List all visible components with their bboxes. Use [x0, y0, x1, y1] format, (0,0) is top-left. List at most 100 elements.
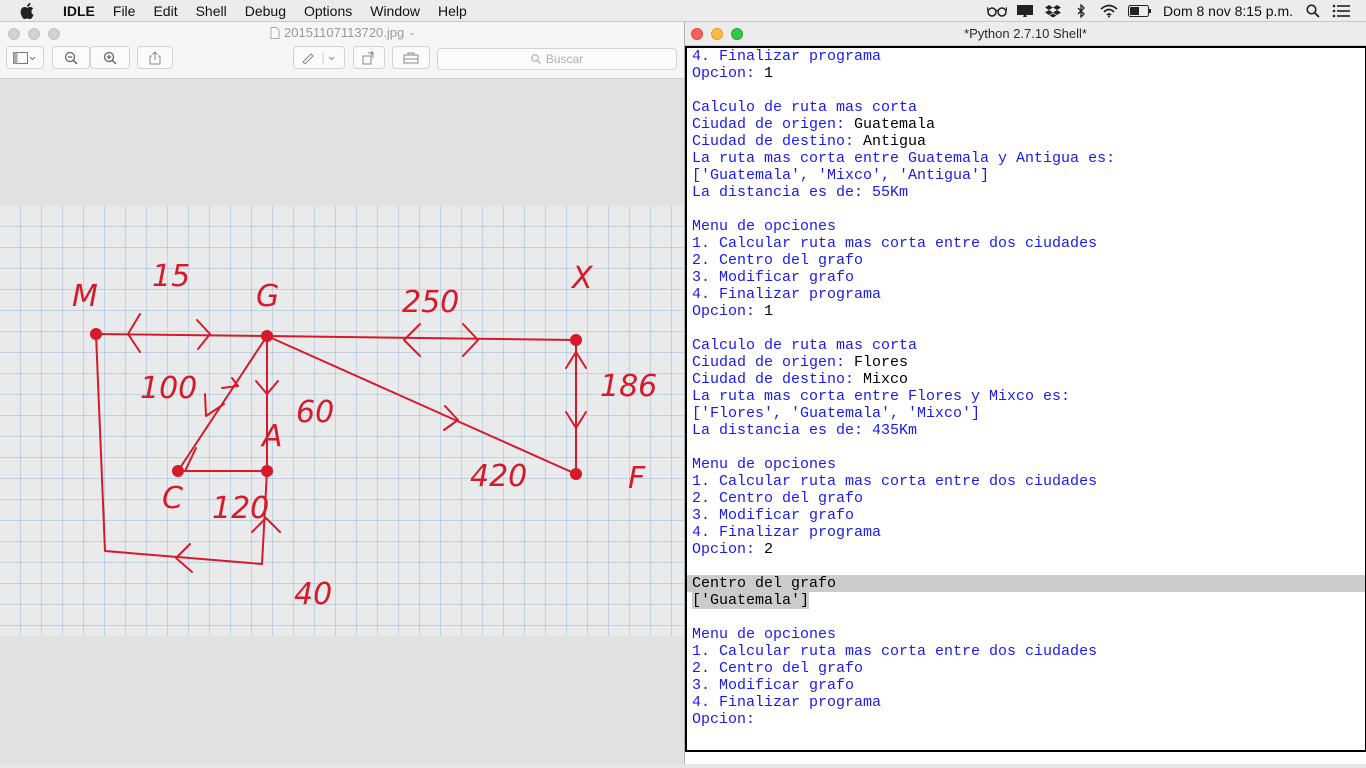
shell-user-input: 1: [764, 303, 774, 320]
shell-line[interactable]: 3. Modificar grafo: [692, 269, 1365, 286]
shell-line[interactable]: 4. Finalizar programa: [692, 48, 1365, 65]
zoom-out-button[interactable]: [52, 46, 90, 69]
menu-file[interactable]: File: [104, 0, 145, 22]
toolbox-button[interactable]: [392, 46, 430, 69]
shell-line[interactable]: [692, 82, 1365, 99]
shell-line-text: 2. Centro del grafo: [692, 660, 864, 677]
shell-line-text: Menu de opciones: [692, 218, 837, 235]
shell-line-text: ['Guatemala', 'Mixco', 'Antigua']: [692, 167, 990, 184]
menu-debug[interactable]: Debug: [236, 0, 295, 22]
shell-line[interactable]: 3. Modificar grafo: [692, 507, 1365, 524]
shell-line[interactable]: Menu de opciones: [692, 626, 1365, 643]
glasses-icon[interactable]: [986, 0, 1008, 22]
wifi-icon[interactable]: [1098, 0, 1120, 22]
shell-line[interactable]: Opcion:: [692, 711, 1365, 728]
shell-line[interactable]: 4. Finalizar programa: [692, 286, 1365, 303]
shell-line[interactable]: La distancia es de: 435Km: [692, 422, 1365, 439]
shell-output[interactable]: 4. Finalizar programa Opcion: 1 Calculo de…: [687, 48, 1365, 728]
shell-line[interactable]: Opcion: 2: [692, 541, 1365, 558]
shell-user-input: Antigua: [863, 133, 927, 150]
node-label-f: F: [628, 461, 646, 496]
shell-line-text: 4. Finalizar programa: [692, 286, 882, 303]
shell-line[interactable]: [692, 320, 1365, 337]
rotate-button[interactable]: [353, 46, 385, 69]
shell-console[interactable]: 4. Finalizar programa Opcion: 1 Calculo de…: [685, 46, 1366, 752]
shell-line[interactable]: 1. Calcular ruta mas corta entre dos ciu…: [692, 473, 1365, 490]
shell-line-text: Centro del grafo: [692, 575, 837, 592]
share-button[interactable]: [137, 46, 173, 69]
shell-line[interactable]: 1. Calcular ruta mas corta entre dos ciu…: [692, 235, 1365, 252]
menu-window[interactable]: Window: [361, 0, 429, 22]
toolbox-icon: [403, 52, 419, 63]
shell-line[interactable]: Ciudad de destino: Antigua: [692, 133, 1365, 150]
node-label-c: C: [162, 481, 183, 516]
shell-line[interactable]: Ciudad de origen: Flores: [692, 354, 1365, 371]
menu-shell[interactable]: Shell: [187, 0, 236, 22]
dropbox-icon[interactable]: [1042, 0, 1064, 22]
share-icon: [149, 50, 161, 64]
shell-line-text: Menu de opciones: [692, 456, 837, 473]
search-placeholder: Buscar: [545, 52, 584, 66]
shell-line[interactable]: La distancia es de: 55Km: [692, 184, 1365, 201]
shell-line[interactable]: 4. Finalizar programa: [692, 524, 1365, 541]
shell-line[interactable]: Calculo de ruta mas corta: [692, 99, 1365, 116]
shell-line[interactable]: Calculo de ruta mas corta: [692, 337, 1365, 354]
menubar-clock[interactable]: Dom 8 nov 8:15 p.m.: [1157, 0, 1299, 22]
shell-line-text: 3. Modificar grafo: [692, 507, 855, 524]
shell-line[interactable]: La ruta mas corta entre Guatemala y Anti…: [692, 150, 1365, 167]
graph-photo[interactable]: M G X A C F 15 250 100 60 186 420 120 40: [0, 206, 684, 636]
sidebar-toggle-button[interactable]: [6, 46, 44, 69]
menu-edit[interactable]: Edit: [144, 0, 186, 22]
python-shell-window: *Python 2.7.10 Shell* 4. Finalizar progr…: [684, 22, 1366, 764]
minimize-button[interactable]: [28, 28, 40, 40]
markup-pen-button[interactable]: [293, 46, 345, 69]
shell-line[interactable]: ['Guatemala', 'Mixco', 'Antigua']: [692, 167, 1365, 184]
shell-line-text: 4. Finalizar programa: [692, 48, 882, 65]
apple-logo-icon[interactable]: [20, 0, 38, 22]
shell-line[interactable]: [692, 201, 1365, 218]
shell-line[interactable]: Opcion: 1: [692, 303, 1365, 320]
shell-line[interactable]: Ciudad de origen: Guatemala: [692, 116, 1365, 133]
node-label-g: G: [256, 279, 279, 314]
notification-list-icon[interactable]: [1330, 0, 1352, 22]
shell-line[interactable]: 3. Modificar grafo: [692, 677, 1365, 694]
close-button[interactable]: [8, 28, 20, 40]
shell-line[interactable]: [692, 558, 1365, 575]
shell-line[interactable]: Centro del grafo: [687, 575, 1365, 592]
display-icon[interactable]: [1014, 0, 1036, 22]
shell-line-text: 4. Finalizar programa: [692, 524, 882, 541]
menu-help[interactable]: Help: [429, 0, 476, 22]
shell-line-text: 2. Centro del grafo: [692, 490, 864, 507]
edge-weight-xf: 186: [600, 369, 657, 404]
shell-line[interactable]: 4. Finalizar programa: [692, 694, 1365, 711]
shell-line-text: Ciudad de origen:: [692, 354, 855, 371]
menu-app-name[interactable]: IDLE: [54, 0, 104, 22]
shell-line[interactable]: ['Guatemala']: [692, 592, 1365, 609]
shell-line[interactable]: Ciudad de destino: Mixco: [692, 371, 1365, 388]
shell-line[interactable]: 2. Centro del grafo: [692, 660, 1365, 677]
shell-line[interactable]: 2. Centro del grafo: [692, 490, 1365, 507]
shell-line[interactable]: 2. Centro del grafo: [692, 252, 1365, 269]
shell-line[interactable]: [692, 609, 1365, 626]
search-field[interactable]: Buscar: [437, 48, 677, 70]
zoom-button[interactable]: [48, 28, 60, 40]
shell-line[interactable]: Menu de opciones: [692, 218, 1365, 235]
shell-line[interactable]: Menu de opciones: [692, 456, 1365, 473]
shell-user-input: 1: [764, 65, 774, 82]
document-title[interactable]: 20151107113720.jpg ⌄: [270, 25, 416, 40]
spotlight-search-icon[interactable]: [1302, 0, 1324, 22]
shell-line[interactable]: La ruta mas corta entre Flores y Mixco e…: [692, 388, 1365, 405]
shell-line[interactable]: Opcion: 1: [692, 65, 1365, 82]
shell-line[interactable]: ['Flores', 'Guatemala', 'Mixco']: [692, 405, 1365, 422]
shell-line-text: Ciudad de origen:: [692, 116, 855, 133]
shell-line[interactable]: [692, 439, 1365, 456]
battery-icon[interactable]: [1126, 0, 1154, 22]
preview-titlebar: 20151107113720.jpg ⌄: [0, 22, 684, 46]
shell-line[interactable]: 1. Calcular ruta mas corta entre dos ciu…: [692, 643, 1365, 660]
shell-line-text: La ruta mas corta entre Flores y Mixco e…: [692, 388, 1071, 405]
shell-line-text: Calculo de ruta mas corta: [692, 99, 918, 116]
bluetooth-icon[interactable]: [1070, 0, 1092, 22]
zoom-in-button[interactable]: [90, 46, 130, 69]
shell-status-strip: [685, 752, 1366, 764]
menu-options[interactable]: Options: [295, 0, 361, 22]
